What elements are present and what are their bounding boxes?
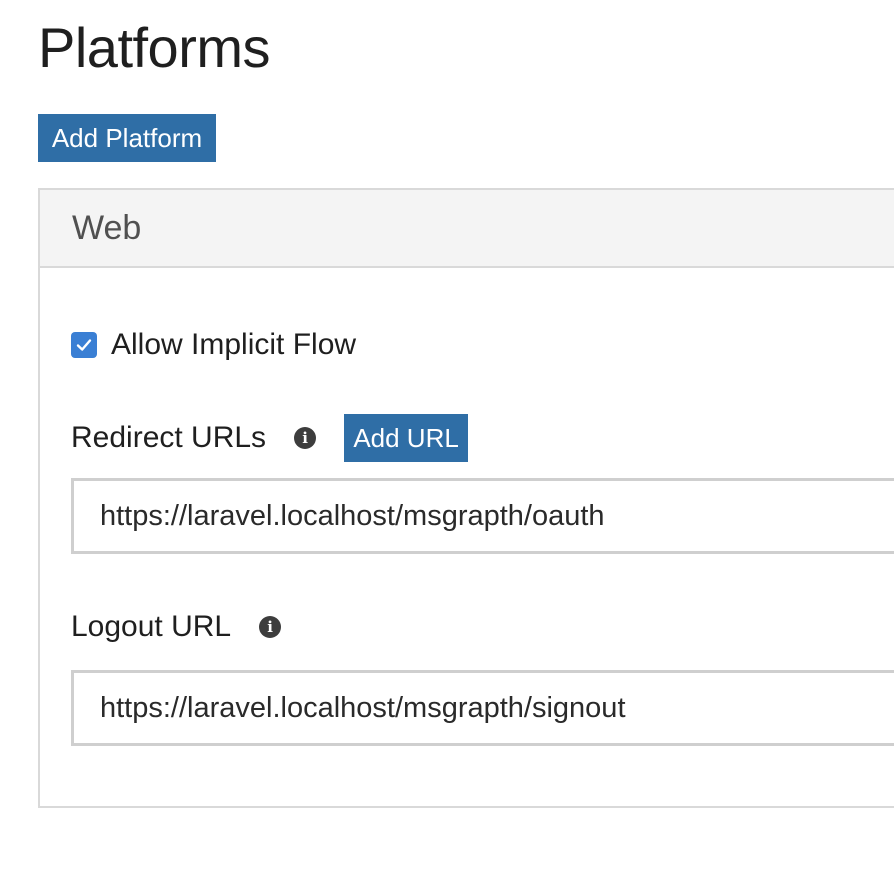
checkmark-icon [76, 339, 92, 351]
info-icon[interactable]: i [259, 616, 282, 638]
add-platform-button[interactable]: Add Platform [38, 114, 216, 162]
redirect-urls-label: Redirect URLs [71, 421, 267, 454]
redirect-urls-label-row: Redirect URLs i Add URL [71, 414, 469, 462]
logout-url-input[interactable] [71, 670, 894, 746]
allow-implicit-flow-label[interactable]: Allow Implicit Flow [111, 328, 356, 362]
page-title: Platforms [38, 16, 271, 79]
info-icon[interactable]: i [294, 427, 317, 449]
logout-url-label: Logout URL [71, 610, 232, 643]
add-url-button[interactable]: Add URL [344, 414, 469, 462]
allow-implicit-flow-row: Allow Implicit Flow [71, 328, 356, 362]
platform-panel-header: Web [40, 190, 894, 268]
platform-panel-web: Web Allow Implicit Flow Redirect URLs i … [38, 188, 894, 808]
platform-name: Web [72, 208, 142, 247]
allow-implicit-flow-checkbox[interactable] [71, 332, 97, 358]
redirect-url-input[interactable] [71, 478, 894, 554]
logout-url-label-row: Logout URL i [71, 610, 282, 644]
